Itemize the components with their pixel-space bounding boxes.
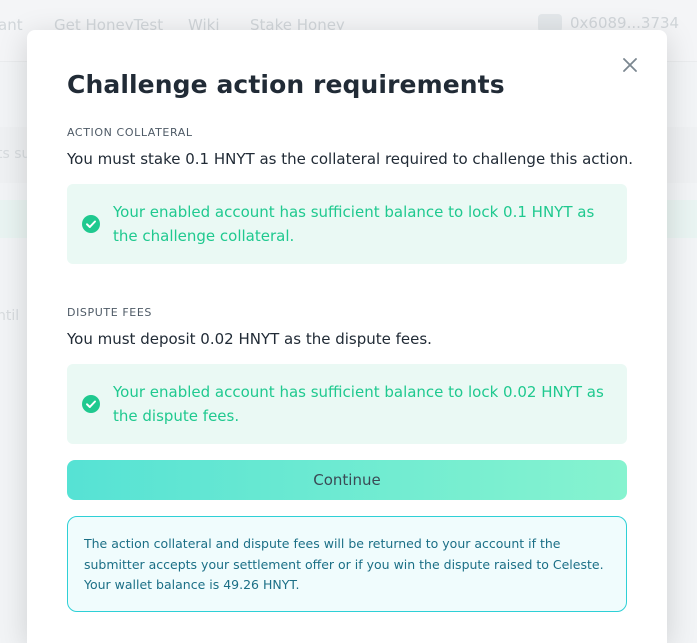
fees-label: DISPUTE FEES <box>67 306 152 319</box>
close-icon <box>623 58 637 72</box>
fees-status-text: Your enabled account has sufficient bala… <box>113 383 604 425</box>
collateral-description: You must stake 0.1 HNYT as the collatera… <box>67 150 634 168</box>
collateral-status-text: Your enabled account has sufficient bala… <box>113 203 595 245</box>
check-circle-icon <box>82 395 100 413</box>
info-box: The action collateral and dispute fees w… <box>67 516 627 612</box>
fees-description: You must deposit 0.02 HNYT as the disput… <box>67 330 432 348</box>
challenge-requirements-modal: Challenge action requirements ACTION COL… <box>27 30 667 643</box>
close-button[interactable] <box>619 54 641 76</box>
collateral-label: ACTION COLLATERAL <box>67 126 193 139</box>
modal-title: Challenge action requirements <box>67 70 505 99</box>
continue-button[interactable]: Continue <box>67 460 627 500</box>
fees-status-box: Your enabled account has sufficient bala… <box>67 364 627 444</box>
info-text: The action collateral and dispute fees w… <box>84 536 604 592</box>
collateral-status-box: Your enabled account has sufficient bala… <box>67 184 627 264</box>
check-circle-icon <box>82 215 100 233</box>
